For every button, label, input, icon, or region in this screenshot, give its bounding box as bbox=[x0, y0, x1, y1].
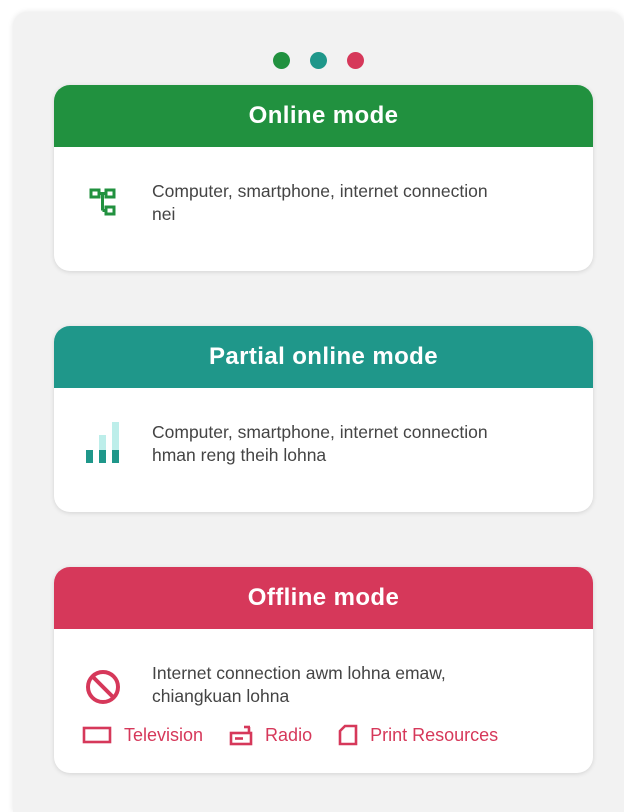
media-label-print-resources: Print Resources bbox=[370, 724, 499, 745]
no-internet-icon bbox=[86, 670, 120, 704]
pager-dot-partial[interactable] bbox=[310, 52, 327, 69]
offline-mode-body: Internet connection awm lohna emaw, chia… bbox=[54, 629, 593, 746]
pager-dots bbox=[13, 52, 624, 69]
media-item-radio: Radio bbox=[229, 724, 312, 746]
main-panel: Online mode Computer, smartphone, intern… bbox=[13, 12, 624, 812]
pager-dot-offline[interactable] bbox=[347, 52, 364, 69]
print-resources-icon bbox=[338, 724, 358, 746]
network-icon bbox=[89, 188, 116, 216]
offline-media-list: Television Radio Print Resources bbox=[54, 724, 593, 746]
pager-dot-online[interactable] bbox=[273, 52, 290, 69]
radio-icon bbox=[229, 725, 253, 746]
media-label-radio: Radio bbox=[265, 724, 313, 745]
partial-online-mode-description: Computer, smartphone, internet connectio… bbox=[152, 422, 488, 465]
media-item-print-resources: Print Resources bbox=[338, 724, 498, 746]
offline-mode-header: Offline mode bbox=[54, 567, 593, 629]
partial-online-mode-body: Computer, smartphone, internet connectio… bbox=[54, 388, 593, 467]
partial-online-mode-title: Partial online mode bbox=[209, 343, 438, 370]
signal-bars-icon bbox=[86, 422, 119, 463]
online-mode-card: Online mode Computer, smartphone, intern… bbox=[54, 85, 593, 271]
offline-mode-title: Offline mode bbox=[247, 584, 400, 611]
online-mode-title: Online mode bbox=[248, 102, 399, 129]
media-label-television: Television bbox=[124, 724, 204, 745]
online-mode-body: Computer, smartphone, internet connectio… bbox=[54, 147, 593, 226]
online-mode-header: Online mode bbox=[54, 85, 593, 147]
online-mode-description: Computer, smartphone, internet connectio… bbox=[152, 181, 488, 224]
partial-online-mode-header: Partial online mode bbox=[54, 326, 593, 388]
media-item-television: Television bbox=[82, 725, 203, 746]
offline-mode-card: Offline mode Internet connection awm loh… bbox=[54, 567, 593, 773]
offline-mode-description: Internet connection awm lohna emaw, chia… bbox=[152, 663, 446, 706]
partial-online-mode-card: Partial online mode Computer, smartphone… bbox=[54, 326, 593, 512]
television-icon bbox=[82, 726, 112, 744]
